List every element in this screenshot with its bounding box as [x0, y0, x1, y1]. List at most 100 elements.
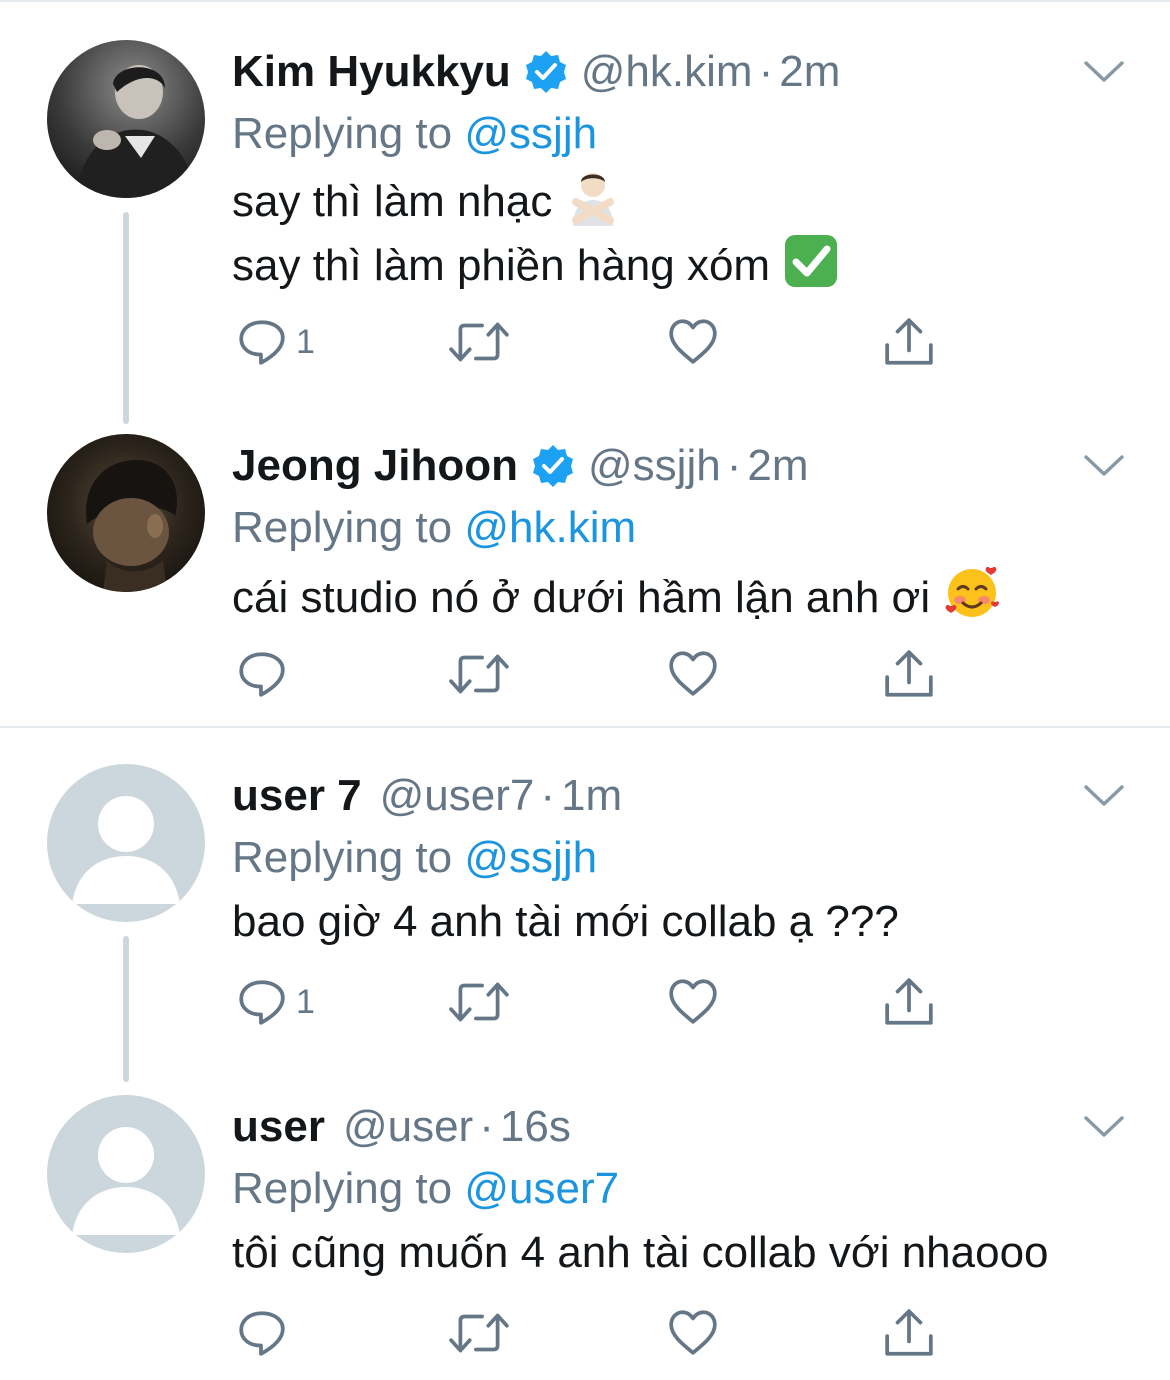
- heart-icon: [667, 316, 719, 368]
- replying-mention-link[interactable]: @ssjjh: [464, 833, 597, 882]
- retweet-button[interactable]: [448, 646, 510, 702]
- tweet-text-line-2: say thì làm phiền hàng xóm: [232, 241, 771, 290]
- replying-mention-link[interactable]: @ssjjh: [464, 109, 597, 158]
- handle: @user: [342, 1102, 474, 1151]
- tweet-text: cái studio nó ở dưới hầm lận anh ơi: [232, 562, 1002, 628]
- tweet-text-line: say thì làm nhạc: [232, 168, 840, 232]
- conversation-divider: [0, 726, 1170, 728]
- retweet-button[interactable]: [448, 314, 510, 370]
- chevron-down-icon[interactable]: [1082, 58, 1126, 86]
- default-avatar-icon[interactable]: [47, 764, 205, 922]
- share-icon: [883, 316, 935, 368]
- share-button[interactable]: [883, 646, 935, 702]
- display-name[interactable]: Jeong Jihoon: [232, 440, 518, 492]
- retweet-button[interactable]: [448, 974, 510, 1030]
- replying-prefix: Replying to: [232, 109, 453, 158]
- tweet-text-line-1: bao giờ 4 anh tài mới collab ạ ???: [232, 897, 899, 946]
- chevron-down-icon[interactable]: [1082, 452, 1126, 480]
- timestamp[interactable]: 1m: [561, 770, 622, 822]
- handle: @user7: [379, 771, 535, 820]
- tweet-header: Kim Hyukkyu @hk.kim · 2m: [232, 46, 840, 98]
- reply-count: 1: [296, 322, 315, 361]
- share-icon: [883, 1307, 935, 1359]
- reply-icon: [236, 648, 288, 700]
- reply-count: 1: [296, 982, 315, 1021]
- reply-icon: [236, 316, 288, 368]
- tweet-header: Jeong Jihoon @ssjjh · 2m: [232, 440, 808, 492]
- tweet-kim-hyukkyu[interactable]: Kim Hyukkyu @hk.kim · 2m Replying to @ss…: [0, 40, 1170, 424]
- tweet-text-line: say thì làm phiền hàng xóm: [232, 232, 840, 296]
- replying-mention-link[interactable]: @hk.kim: [464, 503, 636, 552]
- avatar[interactable]: [47, 40, 205, 198]
- reply-icon: [236, 976, 288, 1028]
- like-button[interactable]: [667, 314, 719, 370]
- tweet-actions: 1: [232, 974, 952, 1030]
- timestamp[interactable]: 16s: [500, 1101, 571, 1153]
- tweet-user-7[interactable]: user 7 @user7 · 1m Replying to @ssjjh ba…: [0, 764, 1170, 1082]
- replying-to: Replying to @user7: [232, 1161, 619, 1217]
- tweet-text-line-1: tôi cũng muốn 4 anh tài collab với nhaoo…: [232, 1228, 1049, 1277]
- share-icon: [883, 976, 935, 1028]
- retweet-icon: [448, 1307, 510, 1359]
- handle: @ssjjh: [588, 441, 721, 490]
- tweet-user[interactable]: user @user · 16s Replying to @user7 tôi …: [0, 1095, 1170, 1375]
- separator-dot: ·: [758, 47, 774, 96]
- check-mark-button-emoji: [785, 235, 838, 287]
- reply-button[interactable]: 1: [236, 314, 315, 370]
- chevron-down-icon[interactable]: [1082, 1113, 1126, 1141]
- tweet-actions: [232, 1305, 952, 1361]
- reply-button[interactable]: [236, 646, 296, 702]
- tweet-actions: 1: [232, 314, 952, 370]
- retweet-button[interactable]: [448, 1305, 510, 1361]
- replying-prefix: Replying to: [232, 833, 453, 882]
- top-border: [0, 0, 1170, 2]
- retweet-icon: [448, 976, 510, 1028]
- tweet-text-line-1: say thì làm nhạc: [232, 177, 553, 226]
- share-button[interactable]: [883, 974, 935, 1030]
- separator-dot: ·: [540, 771, 556, 820]
- verified-badge-icon: [530, 443, 576, 489]
- replying-to: Replying to @ssjjh: [232, 830, 597, 886]
- like-button[interactable]: [667, 974, 719, 1030]
- separator-dot: ·: [726, 441, 742, 490]
- display-name[interactable]: user 7: [232, 770, 362, 822]
- heart-icon: [667, 1307, 719, 1359]
- reply-icon: [236, 1307, 288, 1359]
- heart-icon: [667, 976, 719, 1028]
- separator-dot: ·: [479, 1102, 494, 1151]
- thread-line: [123, 936, 129, 1082]
- tweet-header: user 7 @user7 · 1m: [232, 770, 622, 822]
- handle: @hk.kim: [580, 47, 753, 96]
- reply-button[interactable]: [236, 1305, 296, 1361]
- reply-button[interactable]: 1: [236, 974, 315, 1030]
- smiling-face-with-hearts-emoji: [945, 566, 1000, 617]
- tweet-jeong-jihoon[interactable]: Jeong Jihoon @ssjjh · 2m Replying to @hk…: [0, 434, 1170, 704]
- share-button[interactable]: [883, 314, 935, 370]
- thread-line: [123, 212, 129, 424]
- timestamp[interactable]: 2m: [779, 46, 840, 98]
- share-button[interactable]: [883, 1305, 935, 1361]
- replying-prefix: Replying to: [232, 1164, 453, 1213]
- avatar[interactable]: [47, 434, 205, 592]
- share-icon: [883, 648, 935, 700]
- replying-mention-link[interactable]: @user7: [464, 1164, 619, 1213]
- retweet-icon: [448, 316, 510, 368]
- replying-prefix: Replying to: [232, 503, 453, 552]
- person-gesturing-no-emoji: [572, 173, 615, 226]
- retweet-icon: [448, 648, 510, 700]
- like-button[interactable]: [667, 646, 719, 702]
- tweet-actions: [232, 646, 952, 702]
- default-avatar-icon[interactable]: [47, 1095, 205, 1253]
- chevron-down-icon[interactable]: [1082, 782, 1126, 810]
- heart-icon: [667, 648, 719, 700]
- tweet-text: tôi cũng muốn 4 anh tài collab với nhaoo…: [232, 1223, 1049, 1283]
- tweet-text-line-1: cái studio nó ở dưới hầm lận anh ơi: [232, 573, 931, 622]
- tweet-text: say thì làm nhạc say thì làm phiền hàng …: [232, 168, 840, 296]
- timestamp[interactable]: 2m: [747, 440, 808, 492]
- display-name[interactable]: Kim Hyukkyu: [232, 46, 511, 98]
- replying-to: Replying to @ssjjh: [232, 106, 597, 162]
- display-name[interactable]: user: [232, 1101, 325, 1153]
- tweet-text-line: cái studio nó ở dưới hầm lận anh ơi: [232, 562, 1002, 628]
- tweet-text: bao giờ 4 anh tài mới collab ạ ???: [232, 892, 899, 952]
- like-button[interactable]: [667, 1305, 719, 1361]
